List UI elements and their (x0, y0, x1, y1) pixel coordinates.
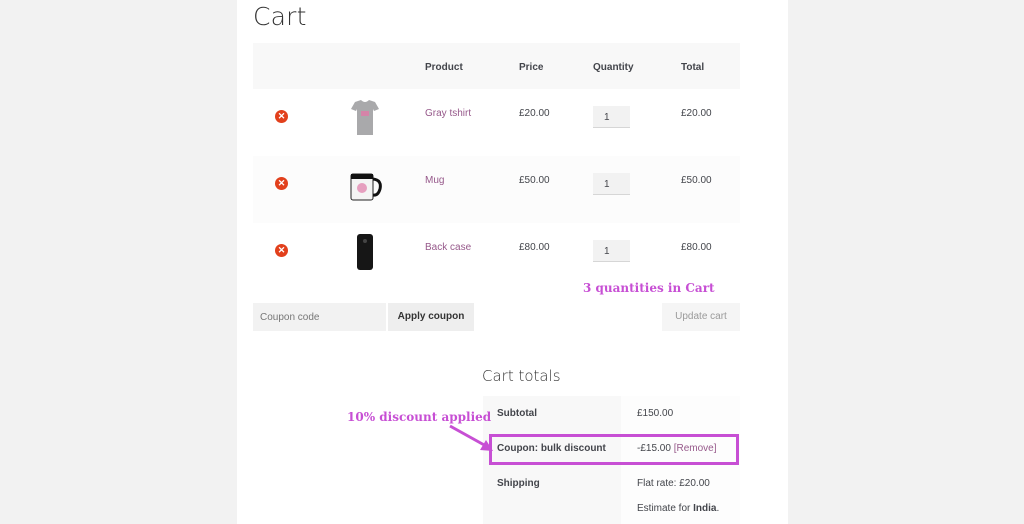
remove-x-icon[interactable]: ✕ (275, 177, 288, 190)
table-row: ✕ Back case £80.00 1 £80.00 (253, 223, 740, 290)
annotation-arrow-icon (449, 424, 493, 451)
remove-x-icon[interactable]: ✕ (275, 110, 288, 123)
page-title: Cart (253, 2, 307, 31)
line-total: £50.00 (681, 175, 712, 186)
coupon-code-input[interactable] (253, 303, 386, 331)
product-price: £50.00 (519, 175, 550, 186)
product-price: £20.00 (519, 108, 550, 119)
coupon-highlight-box (489, 434, 739, 465)
column-header-product: Product (425, 62, 463, 73)
update-cart-button[interactable]: Update cart (662, 303, 740, 331)
product-link[interactable]: Back case (425, 242, 471, 253)
estimate-prefix: Estimate for (637, 503, 694, 514)
quantity-input[interactable]: 1 (593, 240, 630, 262)
mug-thumbnail[interactable] (345, 164, 385, 206)
apply-coupon-button[interactable]: Apply coupon (388, 303, 474, 331)
gray-tshirt-thumbnail[interactable] (345, 97, 385, 139)
product-link[interactable]: Gray tshirt (425, 108, 471, 119)
shipping-value: Flat rate: £20.00 (637, 478, 710, 489)
annotation-discount: 10% discount applied (347, 410, 492, 424)
line-total: £80.00 (681, 242, 712, 253)
product-price: £80.00 (519, 242, 550, 253)
shipping-row: Shipping Flat rate: £20.00 Estimate for … (483, 466, 740, 524)
product-link[interactable]: Mug (425, 175, 444, 186)
column-header-price: Price (519, 62, 544, 73)
shipping-value-cell: Flat rate: £20.00 Estimate for India. (621, 466, 740, 524)
column-header-quantity: Quantity (593, 62, 634, 73)
subtotal-label: Subtotal (483, 396, 621, 431)
subtotal-row: Subtotal £150.00 (483, 396, 740, 431)
quantity-input[interactable]: 1 (593, 173, 630, 195)
cart-totals-title: Cart totals (482, 367, 561, 385)
remove-x-icon[interactable]: ✕ (275, 244, 288, 257)
shipping-label: Shipping (483, 466, 621, 524)
column-header-total: Total (681, 62, 705, 73)
annotation-quantities: 3 quantities in Cart (583, 281, 715, 295)
shipping-estimate: Estimate for India. (637, 503, 740, 514)
table-row: ✕ Gray tshirt £20.00 1 £20.00 (253, 89, 740, 156)
cart-table-header: Product Price Quantity Total (253, 43, 740, 89)
phone-case-thumbnail[interactable] (345, 231, 385, 273)
line-total: £20.00 (681, 108, 712, 119)
estimate-country: India (693, 503, 717, 514)
quantity-input[interactable]: 1 (593, 106, 630, 128)
table-row: ✕ Mug £50.00 1 £50.00 (253, 156, 740, 223)
estimate-suffix: . (716, 503, 720, 514)
cart-table: Product Price Quantity Total ✕ Gray tshi… (253, 43, 740, 290)
subtotal-value: £150.00 (621, 396, 740, 431)
